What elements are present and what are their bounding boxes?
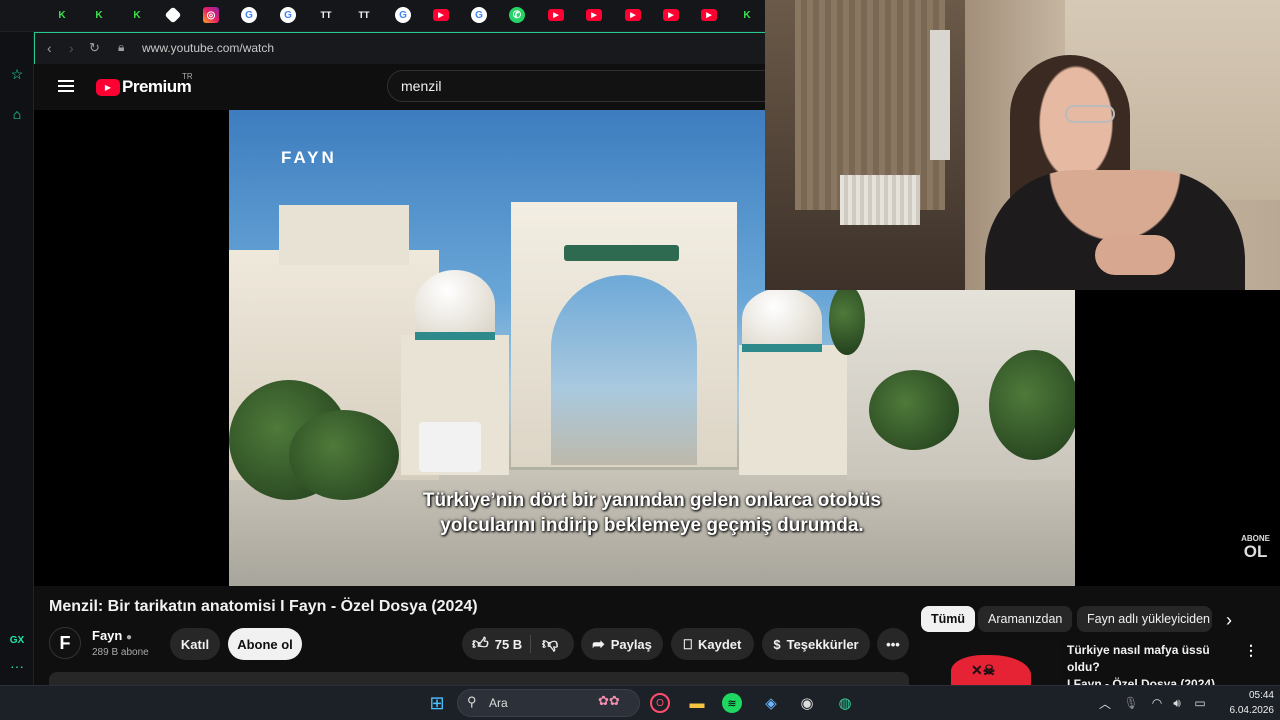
youtube-header: ▶ Premium TR menzil — [34, 64, 787, 110]
vehicle — [419, 422, 481, 472]
clock[interactable]: 05:44 6.04.2026 — [1222, 688, 1275, 718]
tab-youtube-icon[interactable]: ▶ — [663, 9, 679, 21]
video-title: Menzil: Bir tarikatın anatomisi I Fayn -… — [49, 598, 478, 615]
youtube-logo-icon[interactable]: ▶ — [96, 79, 120, 96]
tab-k-icon[interactable]: K — [91, 7, 107, 23]
more-actions-button[interactable]: ••• — [877, 628, 909, 660]
recommended-thumbnail[interactable]: ✕☠ — [921, 640, 1061, 685]
tab-youtube-icon[interactable]: ▶ — [625, 9, 641, 21]
windows-start-icon[interactable]: ⊞ — [426, 692, 448, 714]
tab-k-icon[interactable]: K — [129, 7, 145, 23]
battery-icon[interactable]: ▭ — [1189, 692, 1211, 714]
save-button[interactable]: ⎕ Kaydet — [671, 628, 754, 660]
tab-strip: K K K ◎ G G TT TT G ▶ G ✆ ▶ ▶ ▶ ▶ ▶ K — [0, 0, 765, 32]
thanks-icon: $ — [773, 636, 781, 652]
gx-label[interactable]: GX — [7, 630, 27, 650]
subscribe-overlay[interactable]: ABONE OL — [1241, 535, 1270, 561]
chip-all[interactable]: Tümü — [921, 606, 976, 632]
dome-right — [742, 288, 822, 350]
taskbar: ⊞ ⚲ Ara ✿✿ O ▬ ≋ ◈ ◉ ◍ ︿ 🎙︎ ◠ 🔊︎ ▭ 05:44… — [0, 685, 1280, 720]
reload-icon[interactable]: ↻ — [89, 40, 100, 56]
search-input[interactable]: menzil — [387, 70, 787, 102]
tab-youtube-icon[interactable]: ▶ — [701, 9, 717, 21]
player-right-pad: ABONE OL — [1075, 290, 1280, 586]
volume-icon[interactable]: 🔊︎ — [1166, 692, 1188, 714]
taskbar-search[interactable]: ⚲ Ara ✿✿ — [457, 689, 640, 717]
recommended-menu-icon[interactable]: ⋮ — [1244, 642, 1258, 659]
channel-avatar[interactable]: F — [49, 627, 81, 659]
chip-from-uploader[interactable]: Fayn adlı yükleyiciden — [1077, 606, 1212, 632]
video-subtitle: Türkiye’nin dört bir yanından gelen onla… — [422, 490, 882, 536]
lock-icon: 🔒︎ — [118, 40, 125, 54]
search-value: menzil — [401, 78, 442, 94]
channel-watermark: FAYN — [281, 148, 337, 167]
search-icon: ⚲ — [467, 694, 477, 709]
more-icon[interactable]: ··· — [7, 656, 27, 676]
like-icon[interactable]: 👍︎ — [472, 635, 489, 654]
like-dislike-group: 👍︎ 75 B 👎︎ — [462, 628, 574, 660]
logo-text[interactable]: Premium — [122, 77, 192, 97]
tab-google-icon[interactable]: G — [241, 7, 257, 23]
share-icon: ➦ — [592, 636, 605, 653]
file-explorer-icon[interactable]: ▬ — [686, 692, 708, 714]
share-button[interactable]: ➦ Paylaş — [581, 628, 663, 660]
microphone-icon[interactable]: 🎙︎ — [1120, 692, 1142, 714]
search-highlight-icon: ✿✿ — [598, 693, 620, 708]
tab-k-icon[interactable]: K — [739, 7, 755, 23]
tab-app-icon[interactable] — [164, 6, 182, 24]
forward-icon[interactable]: › — [69, 40, 74, 56]
tab-google-icon[interactable]: G — [471, 7, 487, 23]
channel-name[interactable]: Fayn ● — [92, 628, 132, 643]
spotify-icon[interactable]: ≋ — [722, 693, 742, 713]
url-field[interactable]: www.youtube.com/watch — [142, 41, 274, 55]
region-code: TR — [182, 72, 193, 81]
browser-sidebar: O ☆ ⌂ GX ··· — [0, 0, 34, 685]
star-icon[interactable]: ☆ — [7, 64, 27, 84]
tray-chevron-icon[interactable]: ︿ — [1094, 692, 1116, 714]
tab-instagram-icon[interactable]: ◎ — [203, 7, 219, 23]
opera-gx-taskbar-icon[interactable]: O — [650, 693, 670, 713]
player-left-pad — [34, 110, 229, 586]
like-count[interactable]: 75 B — [495, 637, 522, 652]
app-diamond-icon[interactable]: ◈ — [760, 692, 782, 714]
tab-youtube-icon[interactable]: ▶ — [548, 9, 564, 21]
verified-icon: ● — [125, 632, 133, 643]
tab-tiktok-icon[interactable]: TT — [356, 7, 372, 23]
tab-whatsapp-icon[interactable]: ✆ — [509, 7, 525, 23]
webcam-overlay — [765, 0, 1280, 290]
tab-k-icon[interactable]: K — [54, 7, 70, 23]
more-dots-icon: ••• — [886, 636, 900, 652]
wifi-icon[interactable]: ◠ — [1146, 692, 1168, 714]
person-hands — [1095, 235, 1175, 275]
gate-inscription — [564, 245, 679, 261]
tab-youtube-icon[interactable]: ▶ — [586, 9, 602, 21]
tab-google-icon[interactable]: G — [280, 7, 296, 23]
dome-left — [415, 270, 495, 340]
tab-google-icon[interactable]: G — [395, 7, 411, 23]
bookmark-icon: ⎕ — [683, 635, 693, 652]
skull-icon: ✕☠ — [971, 662, 996, 678]
gate-arch — [551, 275, 697, 465]
thanks-button[interactable]: $ Teşekkürler — [762, 628, 870, 660]
description-box[interactable] — [49, 672, 909, 685]
app-green-icon[interactable]: ◍ — [834, 692, 856, 714]
join-button[interactable]: Katıl — [170, 628, 220, 660]
address-bar: ‹ › ↻ 🔒︎ www.youtube.com/watch — [34, 32, 765, 64]
tab-tiktok-icon[interactable]: TT — [318, 7, 334, 23]
radiator — [840, 175, 920, 225]
tab-youtube-icon[interactable]: ▶ — [433, 9, 449, 21]
back-icon[interactable]: ‹ — [47, 40, 52, 56]
obs-icon[interactable]: ◉ — [796, 692, 818, 714]
chevron-right-icon[interactable]: › — [1226, 610, 1232, 631]
gx-control-icon[interactable]: ⌂ — [7, 104, 27, 124]
dislike-icon[interactable]: 👎︎ — [542, 635, 558, 654]
subscriber-count: 289 B abone — [92, 647, 149, 658]
chip-from-search[interactable]: Aramanızdan — [978, 606, 1073, 632]
subscribe-button[interactable]: Abone ol — [228, 628, 302, 660]
glasses — [1065, 105, 1115, 123]
menu-icon[interactable] — [58, 80, 74, 92]
window — [930, 30, 950, 160]
